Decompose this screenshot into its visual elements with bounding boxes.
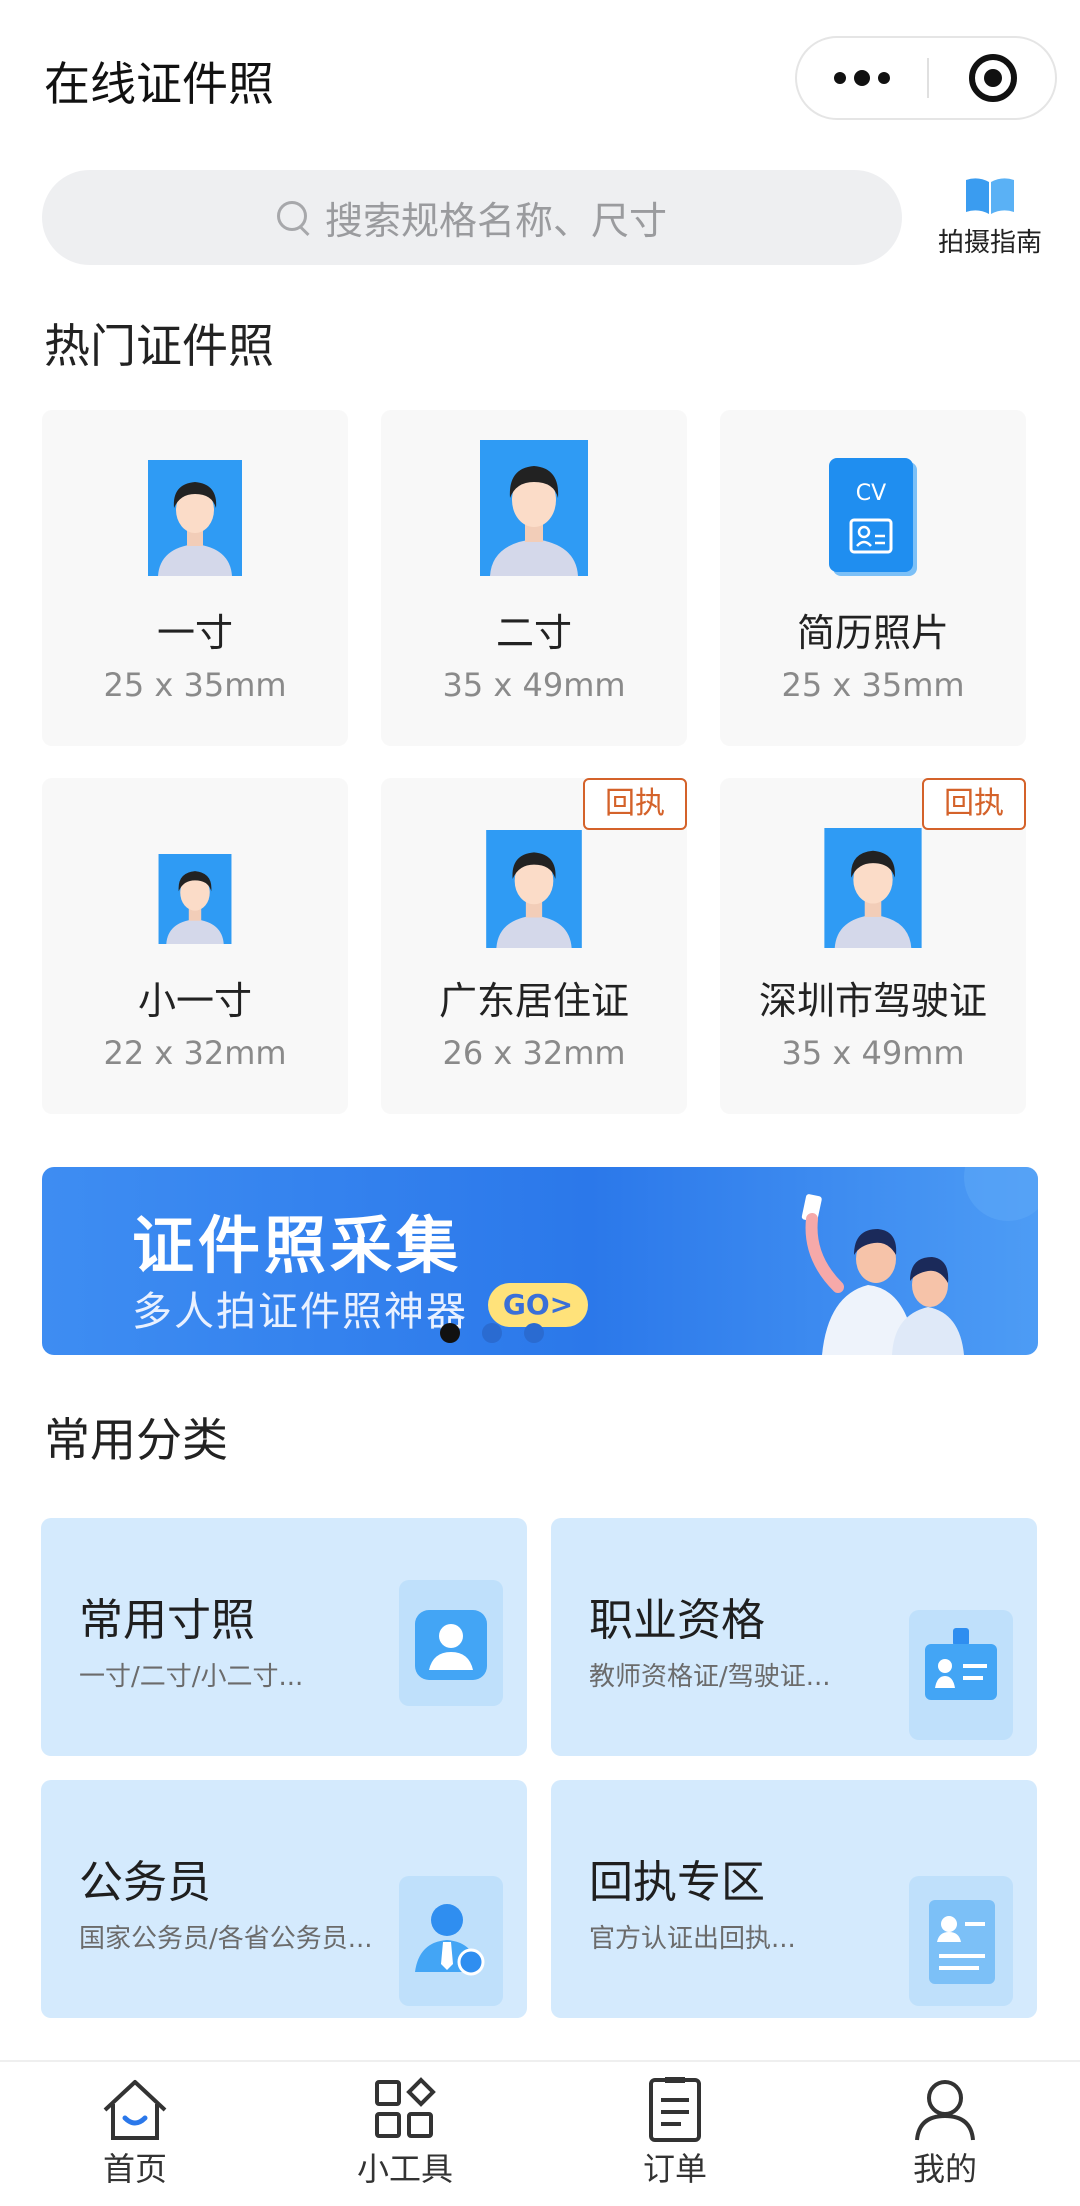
category-title: 公务员: [79, 1857, 211, 1908]
official-person-icon: [399, 1876, 503, 2006]
miniprogram-capsule: [795, 36, 1057, 120]
spec-name: 一寸: [156, 611, 233, 655]
selfie-illustration: [801, 1167, 1038, 1355]
receipt-tag: 回执: [583, 778, 687, 830]
category-title: 职业资格: [589, 1595, 765, 1646]
tab-orders[interactable]: 订单: [575, 2076, 775, 2202]
shooting-guide-label: 拍摄指南: [937, 228, 1042, 258]
tab-label: 我的: [912, 2150, 977, 2188]
resume-icon: CV: [829, 458, 917, 576]
photo-spec-card[interactable]: CV 简历照片 25 x 35mm: [720, 410, 1026, 746]
badge-icon: [909, 1610, 1013, 1740]
tab-bar: 首页 小工具 订单 我的: [0, 2060, 1080, 2206]
category-title: 常用寸照: [79, 1595, 255, 1646]
spec-size: 35 x 49mm: [781, 1034, 965, 1072]
category-card-receipt[interactable]: 回执专区 官方认证出回执...: [551, 1780, 1037, 2018]
profile-icon: [915, 2080, 975, 2141]
portrait-icon: [480, 440, 588, 576]
spec-name: 二寸: [495, 611, 572, 655]
spec-name: 广东居住证: [438, 979, 629, 1023]
shooting-guide-button[interactable]: 拍摄指南: [920, 168, 1060, 268]
banner-dot[interactable]: [440, 1323, 460, 1343]
search-placeholder: 搜索规格名称、尺寸: [324, 199, 667, 243]
tab-profile[interactable]: 我的: [845, 2076, 1045, 2202]
book-icon: [966, 178, 1014, 214]
home-icon: [103, 2080, 167, 2140]
portrait-icon: [158, 854, 232, 944]
photo-spec-card[interactable]: 二寸 35 x 49mm: [381, 410, 687, 746]
tab-tools[interactable]: 小工具: [305, 2076, 505, 2202]
portrait-icon: [486, 830, 582, 948]
category-desc: 官方认证出回执...: [589, 1924, 796, 1954]
banner-pagination: [440, 1323, 544, 1343]
category-desc: 教师资格证/驾驶证...: [589, 1662, 831, 1692]
spec-size: 25 x 35mm: [103, 666, 287, 704]
tab-label: 小工具: [356, 2150, 453, 2188]
navigation-bar: 在线证件照: [0, 0, 1080, 150]
order-icon: [649, 2077, 701, 2142]
user-card-icon: [399, 1580, 503, 1706]
spec-name: 简历照片: [796, 611, 949, 655]
banner-go-button[interactable]: GO>: [488, 1283, 588, 1327]
category-card-civil-servant[interactable]: 公务员 国家公务员/各省公务员...: [41, 1780, 527, 2018]
more-icon[interactable]: [797, 38, 927, 118]
app-title: 在线证件照: [44, 57, 274, 111]
tab-label: 订单: [642, 2150, 707, 2188]
receipt-tag: 回执: [922, 778, 1026, 830]
spec-size: 26 x 32mm: [442, 1034, 626, 1072]
tools-icon: [375, 2077, 436, 2138]
spec-size: 35 x 49mm: [442, 666, 626, 704]
banner-dot[interactable]: [482, 1323, 502, 1343]
photo-spec-card[interactable]: 回执 深圳市驾驶证 35 x 49mm: [720, 778, 1026, 1114]
photo-spec-card[interactable]: 小一寸 22 x 32mm: [42, 778, 348, 1114]
photo-spec-card[interactable]: 一寸 25 x 35mm: [42, 410, 348, 746]
banner-subtitle: 多人拍证件照神器: [132, 1289, 468, 1335]
category-desc: 国家公务员/各省公务员...: [79, 1924, 373, 1954]
banner-dot[interactable]: [524, 1323, 544, 1343]
photo-spec-card[interactable]: 回执 广东居住证 26 x 32mm: [381, 778, 687, 1114]
portrait-icon: [824, 828, 922, 948]
tab-home[interactable]: 首页: [35, 2076, 235, 2202]
document-icon: [909, 1876, 1013, 2006]
category-section-title: 常用分类: [44, 1413, 228, 1467]
tab-label: 首页: [102, 2150, 167, 2188]
category-title: 回执专区: [589, 1857, 765, 1908]
spec-name: 深圳市驾驶证: [758, 979, 987, 1023]
search-icon: [276, 200, 311, 235]
search-input[interactable]: 搜索规格名称、尺寸: [42, 170, 902, 265]
banner-title: 证件照采集: [132, 1209, 463, 1282]
spec-size: 22 x 32mm: [103, 1034, 287, 1072]
category-card-common[interactable]: 常用寸照 一寸/二寸/小二寸...: [41, 1518, 527, 1756]
category-desc: 一寸/二寸/小二寸...: [79, 1662, 304, 1692]
spec-size: 25 x 35mm: [781, 666, 965, 704]
category-card-professional[interactable]: 职业资格 教师资格证/驾驶证...: [551, 1518, 1037, 1756]
capsule-divider: [927, 58, 929, 98]
spec-name: 小一寸: [137, 979, 252, 1023]
portrait-icon: [148, 460, 242, 576]
cv-icon-text: CV: [856, 481, 886, 506]
close-icon[interactable]: [969, 54, 1017, 102]
hot-section-title: 热门证件照: [44, 319, 274, 373]
